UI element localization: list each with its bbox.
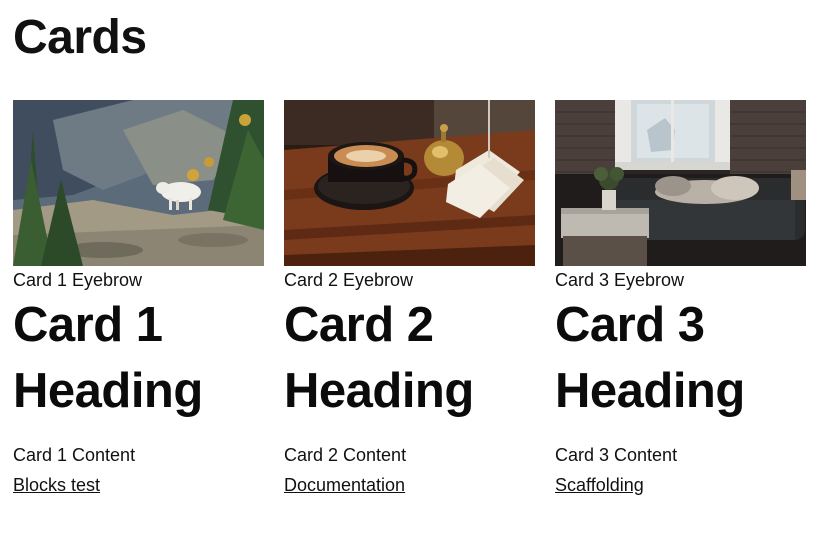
card-3-heading: Card 3 Heading [555, 298, 745, 418]
card-1-link[interactable]: Blocks test [13, 474, 100, 496]
card-1-image-mountain-goat [13, 100, 264, 266]
card-2: Card 2 Eyebrow Card 2 Heading Card 2 Con… [284, 100, 535, 496]
card-3-content: Card 3 Content [555, 445, 678, 465]
card-1: Card 1 Eyebrow Card 1 Heading Card 1 Con… [13, 100, 264, 496]
card-2-heading: Card 2 Heading [284, 298, 474, 418]
card-2-content: Card 2 Content [284, 445, 407, 465]
card-2-link[interactable]: Documentation [284, 474, 405, 496]
card-3-eyebrow: Card 3 Eyebrow [555, 270, 685, 290]
card-grid: Card 1 Eyebrow Card 1 Heading Card 1 Con… [13, 100, 806, 496]
card-3-link[interactable]: Scaffolding [555, 474, 644, 496]
card-2-image-coffee [284, 100, 535, 266]
page-title: Cards [13, 11, 147, 64]
card-1-eyebrow: Card 1 Eyebrow [13, 270, 143, 290]
card-3-image-living-room [555, 100, 806, 266]
card-1-heading: Card 1 Heading [13, 298, 203, 418]
card-1-content: Card 1 Content [13, 445, 136, 465]
card-3: Card 3 Eyebrow Card 3 Heading Card 3 Con… [555, 100, 806, 496]
card-2-eyebrow: Card 2 Eyebrow [284, 270, 414, 290]
